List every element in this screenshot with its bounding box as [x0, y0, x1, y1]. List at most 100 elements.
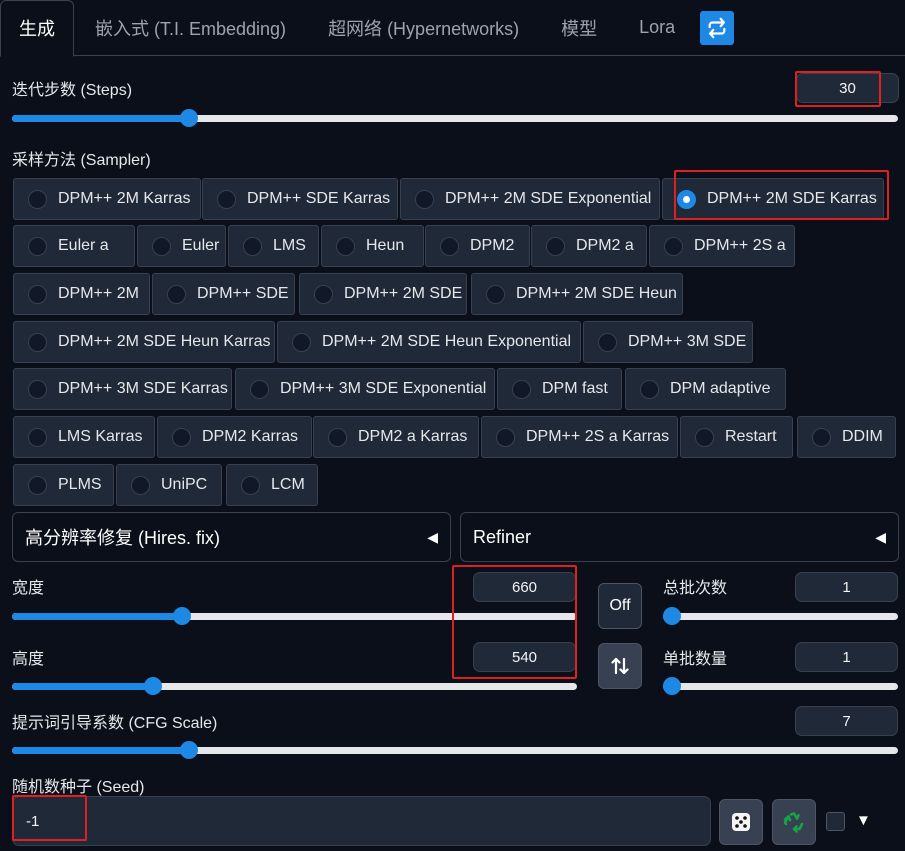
swap-dimensions-button[interactable]	[598, 643, 642, 689]
refiner-accordion[interactable]: Refiner ◀	[460, 512, 899, 562]
radio-indicator[interactable]	[598, 332, 617, 352]
cfg-input[interactable]: 7	[795, 706, 898, 736]
extra-seed-checkbox[interactable]	[826, 812, 845, 831]
radio-indicator[interactable]	[28, 284, 47, 304]
aspect-lock-button[interactable]: Off	[598, 583, 642, 629]
sampler-option[interactable]: DPM adaptive	[625, 368, 786, 410]
width-slider[interactable]	[12, 607, 577, 625]
slider-thumb[interactable]	[144, 677, 163, 695]
sampler-option[interactable]: Restart	[680, 416, 793, 458]
radio-indicator[interactable]	[241, 475, 260, 495]
radio-indicator[interactable]	[664, 236, 683, 256]
height-slider[interactable]	[12, 677, 577, 695]
sampler-option[interactable]: DPM2	[425, 225, 530, 267]
sampler-option[interactable]: DPM++ 2M SDE Karras	[662, 178, 884, 220]
sampler-option[interactable]: DPM++ 3M SDE Exponential	[235, 368, 495, 410]
radio-indicator[interactable]	[328, 427, 347, 447]
slider-thumb[interactable]	[663, 677, 681, 695]
sampler-option[interactable]: DPM++ 3M SDE Karras	[13, 368, 232, 410]
tab-embedding[interactable]: 嵌入式 (T.I. Embedding)	[74, 0, 307, 56]
radio-indicator[interactable]	[243, 236, 262, 256]
radio-indicator[interactable]	[314, 284, 333, 304]
radio-indicator[interactable]	[28, 379, 47, 399]
sampler-option[interactable]: DPM2 a	[531, 225, 647, 267]
reuse-seed-button[interactable]	[772, 799, 816, 845]
sampler-option[interactable]: UniPC	[116, 464, 222, 506]
sampler-option[interactable]: DPM++ 2M SDE Heun Exponential	[277, 321, 581, 363]
sampler-option-label: DPM++ 2M SDE	[344, 285, 463, 302]
refresh-button[interactable]	[700, 10, 735, 45]
radio-indicator[interactable]	[512, 379, 531, 399]
tab-lora[interactable]: Lora	[618, 0, 696, 56]
batch-count-input[interactable]: 1	[795, 572, 898, 602]
radio-indicator[interactable]	[496, 427, 515, 447]
sampler-option[interactable]: Euler a	[13, 225, 135, 267]
sampler-option[interactable]: DPM2 a Karras	[313, 416, 479, 458]
sampler-option-label: DPM++ 3M SDE	[628, 333, 747, 350]
radio-indicator[interactable]	[695, 427, 714, 447]
radio-indicator[interactable]	[640, 379, 659, 399]
radio-indicator[interactable]	[152, 236, 171, 256]
sampler-option[interactable]: DPM2 Karras	[157, 416, 312, 458]
sampler-option-label: Heun	[366, 237, 405, 254]
sampler-option[interactable]: LMS Karras	[13, 416, 155, 458]
sampler-option[interactable]: LMS	[228, 225, 319, 267]
sampler-option[interactable]: DDIM	[797, 416, 896, 458]
slider-thumb[interactable]	[180, 741, 199, 759]
radio-indicator[interactable]	[28, 332, 47, 352]
radio-indicator[interactable]	[415, 189, 434, 209]
batch-size-slider[interactable]	[663, 677, 898, 695]
sampler-option[interactable]: PLMS	[13, 464, 114, 506]
sampler-option[interactable]: DPM++ 2M SDE Exponential	[400, 178, 660, 220]
sampler-option[interactable]: DPM++ 2M SDE Heun Karras	[13, 321, 275, 363]
sampler-option[interactable]: DPM fast	[497, 368, 622, 410]
sampler-option[interactable]: LCM	[226, 464, 318, 506]
sampler-option[interactable]: Heun	[321, 225, 424, 267]
slider-thumb[interactable]	[663, 607, 681, 625]
tab-hypernetworks[interactable]: 超网络 (Hypernetworks)	[307, 0, 540, 56]
radio-indicator[interactable]	[440, 236, 459, 256]
sampler-option-label: DPM++ 3M SDE Exponential	[280, 380, 487, 397]
sampler-option[interactable]: DPM++ 3M SDE	[583, 321, 753, 363]
sampler-option[interactable]: DPM++ SDE	[152, 273, 295, 315]
radio-indicator[interactable]	[292, 332, 311, 352]
hires-fix-accordion[interactable]: 高分辨率修复 (Hires. fix) ◀	[12, 512, 451, 562]
sampler-option[interactable]: DPM++ SDE Karras	[202, 178, 398, 220]
height-input[interactable]: 540	[473, 642, 576, 672]
radio-indicator[interactable]	[28, 236, 47, 256]
tab-models[interactable]: 模型	[540, 0, 618, 56]
slider-thumb[interactable]	[172, 607, 191, 625]
sampler-option[interactable]: DPM++ 2S a	[649, 225, 795, 267]
radio-indicator[interactable]	[131, 475, 150, 495]
radio-indicator[interactable]	[28, 475, 47, 495]
slider-thumb[interactable]	[180, 109, 199, 127]
radio-indicator[interactable]	[28, 189, 47, 209]
radio-indicator[interactable]	[172, 427, 191, 447]
batch-count-slider[interactable]	[663, 607, 898, 625]
sampler-option[interactable]: DPM++ 2M Karras	[13, 178, 201, 220]
radio-indicator[interactable]	[677, 189, 696, 209]
radio-indicator[interactable]	[167, 284, 186, 304]
steps-slider[interactable]	[12, 109, 898, 127]
radio-indicator[interactable]	[336, 236, 355, 256]
tab-generate[interactable]: 生成	[0, 0, 74, 57]
width-input[interactable]: 660	[473, 572, 576, 602]
triangle-down-icon[interactable]: ▼	[856, 812, 871, 829]
seed-input[interactable]: -1	[12, 796, 711, 846]
radio-indicator[interactable]	[486, 284, 505, 304]
radio-indicator[interactable]	[546, 236, 565, 256]
radio-indicator[interactable]	[250, 379, 269, 399]
sampler-option[interactable]: DPM++ 2M	[13, 273, 150, 315]
steps-input[interactable]: 30	[796, 73, 899, 103]
radio-indicator[interactable]	[812, 427, 831, 447]
sampler-option-label: DPM++ 2S a Karras	[526, 428, 670, 445]
radio-indicator[interactable]	[28, 427, 47, 447]
sampler-option[interactable]: DPM++ 2M SDE Heun	[471, 273, 683, 315]
cfg-slider[interactable]	[12, 741, 898, 759]
random-seed-button[interactable]	[719, 799, 763, 845]
sampler-option[interactable]: DPM++ 2M SDE	[299, 273, 467, 315]
radio-indicator[interactable]	[217, 189, 236, 209]
sampler-option[interactable]: DPM++ 2S a Karras	[481, 416, 678, 458]
sampler-option[interactable]: Euler	[137, 225, 226, 267]
batch-size-input[interactable]: 1	[795, 642, 898, 672]
